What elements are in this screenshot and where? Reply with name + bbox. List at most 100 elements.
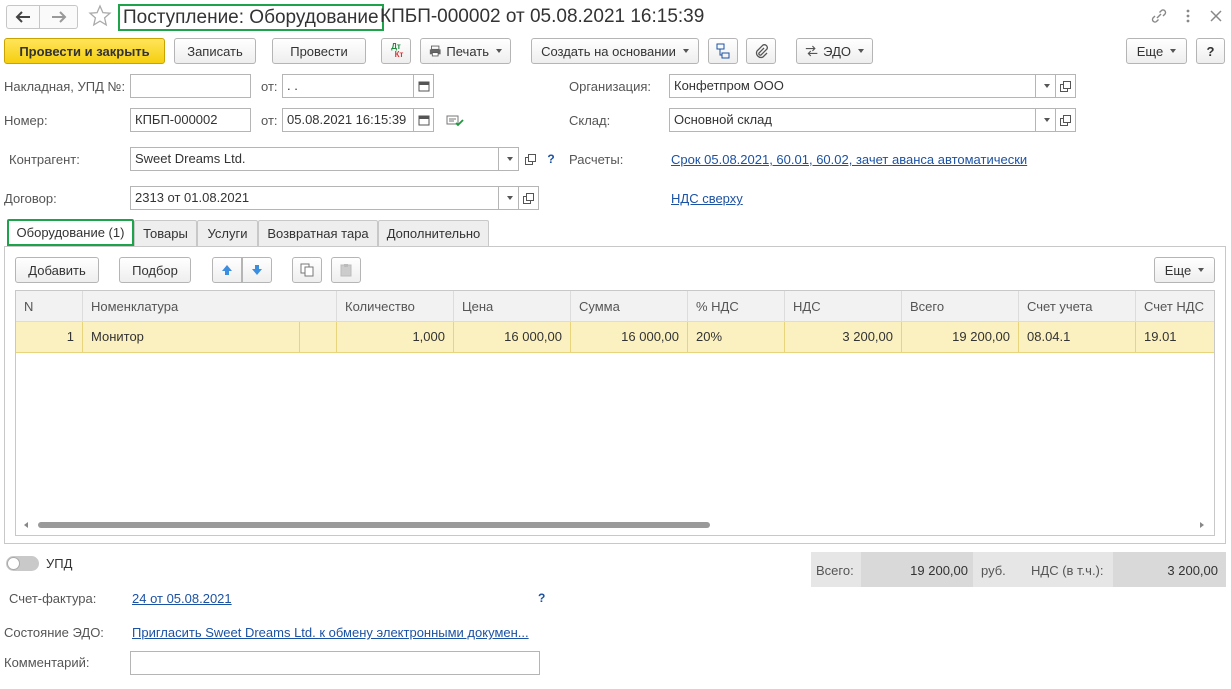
upd-label: УПД: [46, 556, 73, 571]
comment-status-icon[interactable]: [446, 112, 464, 128]
scroll-left-icon[interactable]: [24, 522, 28, 528]
move-up-button[interactable]: [212, 257, 242, 283]
arrow-down-icon: [252, 265, 262, 275]
organization-input[interactable]: Конфетпром ООО: [669, 74, 1036, 98]
upd-toggle[interactable]: [6, 556, 39, 571]
more-button[interactable]: Еще: [1126, 38, 1187, 64]
favorite-star-button[interactable]: [88, 4, 112, 28]
col-header-sum[interactable]: Сумма: [571, 291, 688, 322]
invoice-date-calendar-button[interactable]: [414, 74, 434, 98]
table-more-button[interactable]: Еще: [1154, 257, 1215, 283]
table-row[interactable]: 1 Монитор 1,000 16 000,00 16 000,00 20% …: [16, 322, 1214, 353]
cell-vat: 3 200,00: [785, 322, 902, 352]
chevron-down-icon: [1043, 84, 1050, 88]
help-button[interactable]: ?: [1196, 38, 1225, 64]
contractor-label: Контрагент:: [9, 152, 80, 167]
col-header-total[interactable]: Всего: [902, 291, 1019, 322]
warehouse-input[interactable]: Основной склад: [669, 108, 1036, 132]
number-date-input[interactable]: 05.08.2021 16:15:39: [282, 108, 414, 132]
cell-sum: 16 000,00: [571, 322, 688, 352]
create-based-on-label: Создать на основании: [541, 43, 676, 59]
contractor-dropdown-button[interactable]: [499, 147, 519, 171]
chevron-down-icon: [496, 49, 502, 53]
scrollbar-thumb[interactable]: [38, 522, 710, 528]
close-icon[interactable]: [1208, 8, 1224, 24]
number-label: Номер:: [4, 113, 48, 128]
nav-back-button[interactable]: [6, 5, 40, 29]
tab-returnable-packaging[interactable]: Возвратная тара: [258, 220, 378, 246]
paste-rows-button[interactable]: [331, 257, 361, 283]
table-more-label: Еще: [1164, 262, 1192, 278]
cell-characteristic: [300, 322, 337, 352]
invoice-factura-link[interactable]: 24 от 05.08.2021: [132, 591, 232, 606]
contract-dropdown-button[interactable]: [499, 186, 519, 210]
paste-icon: [340, 264, 352, 277]
chevron-down-icon: [1043, 118, 1050, 122]
move-down-button[interactable]: [242, 257, 272, 283]
edo-button[interactable]: ЭДО: [796, 38, 873, 64]
print-button[interactable]: Печать: [420, 38, 511, 64]
chevron-down-icon: [1198, 268, 1205, 272]
contractor-help-button[interactable]: ?: [542, 147, 560, 171]
comment-input[interactable]: [130, 651, 540, 675]
arrow-right-icon: [51, 11, 66, 23]
dt-kt-button[interactable]: Дт Кт: [381, 38, 411, 64]
cell-n: 1: [16, 322, 83, 352]
invoice-number-input[interactable]: [130, 74, 251, 98]
create-based-on-button[interactable]: Создать на основании: [531, 38, 699, 64]
nav-forward-button[interactable]: [40, 5, 78, 29]
copy-rows-button[interactable]: [292, 257, 322, 283]
number-date-calendar-button[interactable]: [414, 108, 434, 132]
cell-price: 16 000,00: [454, 322, 571, 352]
chevron-down-icon: [682, 49, 689, 53]
contractor-open-button[interactable]: [521, 147, 539, 171]
dt-kt-icon: Дт Кт: [391, 42, 404, 59]
number-input[interactable]: КПБП-000002: [130, 108, 251, 132]
invoice-factura-help-icon[interactable]: ?: [538, 591, 545, 605]
vat-on-top-link[interactable]: НДС сверху: [671, 191, 743, 206]
tab-equipment[interactable]: Оборудование (1): [7, 219, 134, 246]
contract-input[interactable]: 2313 от 01.08.2021: [130, 186, 499, 210]
horizontal-scrollbar[interactable]: [24, 520, 1208, 530]
invoice-date-input[interactable]: . .: [282, 74, 414, 98]
organization-dropdown-button[interactable]: [1036, 74, 1056, 98]
save-button[interactable]: Записать: [174, 38, 256, 64]
page-title-doc-number: КПБП-000002 от 05.08.2021 16:15:39: [380, 6, 705, 27]
organization-open-button[interactable]: [1056, 74, 1076, 98]
tab-goods[interactable]: Товары: [134, 220, 197, 246]
contractor-input[interactable]: Sweet Dreams Ltd.: [130, 147, 499, 171]
col-header-account[interactable]: Счет учета: [1019, 291, 1136, 322]
scroll-right-icon[interactable]: [1200, 522, 1204, 528]
attachment-button[interactable]: [746, 38, 776, 64]
col-header-nomenclature[interactable]: Номенклатура: [83, 291, 337, 322]
post-button[interactable]: Провести: [272, 38, 366, 64]
col-header-price[interactable]: Цена: [454, 291, 571, 322]
comment-label: Комментарий:: [4, 655, 90, 670]
warehouse-open-button[interactable]: [1056, 108, 1076, 132]
calendar-icon: [418, 81, 429, 92]
tab-services[interactable]: Услуги: [197, 220, 258, 246]
warehouse-dropdown-button[interactable]: [1036, 108, 1056, 132]
link-icon[interactable]: [1150, 7, 1168, 25]
cell-vat-account: 19.01: [1144, 329, 1177, 344]
settlements-link[interactable]: Срок 05.08.2021, 60.01, 60.02, зачет ава…: [671, 152, 1027, 167]
col-header-vat-rate[interactable]: % НДС: [688, 291, 785, 322]
tab-additional[interactable]: Дополнительно: [378, 220, 489, 246]
add-row-button[interactable]: Добавить: [15, 257, 99, 283]
col-header-vat-account[interactable]: Счет НДС: [1136, 291, 1214, 322]
post-and-close-button[interactable]: Провести и закрыть: [4, 38, 165, 64]
cell-total: 19 200,00: [902, 322, 1019, 352]
col-header-n[interactable]: N: [16, 291, 83, 322]
structure-button[interactable]: [708, 38, 738, 64]
chevron-down-icon: [858, 49, 864, 53]
edo-icon: [805, 45, 818, 57]
more-vertical-icon[interactable]: [1183, 8, 1193, 24]
edo-invite-link[interactable]: Пригласить Sweet Dreams Ltd. к обмену эл…: [132, 625, 529, 640]
col-header-vat[interactable]: НДС: [785, 291, 902, 322]
col-header-quantity[interactable]: Количество: [337, 291, 454, 322]
chevron-down-icon: [1170, 49, 1177, 53]
cell-account: 08.04.1: [1019, 322, 1136, 352]
invoice-date-from-label: от:: [261, 79, 278, 94]
pick-button[interactable]: Подбор: [119, 257, 191, 283]
contract-open-button[interactable]: [519, 186, 539, 210]
